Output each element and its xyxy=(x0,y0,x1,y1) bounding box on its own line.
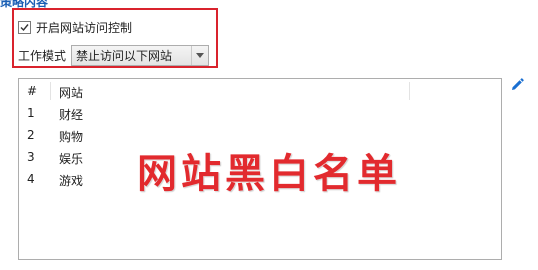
enable-label: 开启网站访问控制 xyxy=(36,20,133,35)
dropdown-button[interactable] xyxy=(191,45,208,65)
column-header-site[interactable]: 网站 xyxy=(59,84,83,101)
row-number: 1 xyxy=(27,106,35,120)
checkmark-icon xyxy=(20,23,29,31)
row-site: 购物 xyxy=(59,130,84,144)
mode-select-value: 禁止访问以下网站 xyxy=(76,48,173,63)
mode-label: 工作模式 xyxy=(18,48,67,63)
row-site: 游戏 xyxy=(59,174,84,188)
chevron-down-icon xyxy=(196,52,205,58)
column-header-number[interactable]: # xyxy=(27,84,37,98)
page: 策略内容 开启网站访问控制 工作模式 禁止访问以下网站 # 网站 1 财经 2 … xyxy=(0,0,538,270)
row-number: 3 xyxy=(27,150,35,164)
table-header: # 网站 xyxy=(19,79,501,103)
column-separator xyxy=(50,82,51,100)
row-site: 娱乐 xyxy=(59,152,84,166)
mode-select[interactable]: 禁止访问以下网站 xyxy=(71,44,210,66)
enable-control-row[interactable]: 开启网站访问控制 xyxy=(18,19,132,35)
row-site: 财经 xyxy=(59,108,84,122)
column-separator xyxy=(409,82,410,100)
enable-checkbox[interactable] xyxy=(18,20,31,34)
pencil-edit-icon[interactable] xyxy=(509,77,525,93)
overlay-title: 网站黑白名单 xyxy=(137,150,401,197)
row-number: 4 xyxy=(27,172,35,186)
row-number: 2 xyxy=(27,128,35,142)
table-row[interactable]: 1 财经 xyxy=(19,103,501,125)
mode-row: 工作模式 禁止访问以下网站 xyxy=(18,44,210,66)
